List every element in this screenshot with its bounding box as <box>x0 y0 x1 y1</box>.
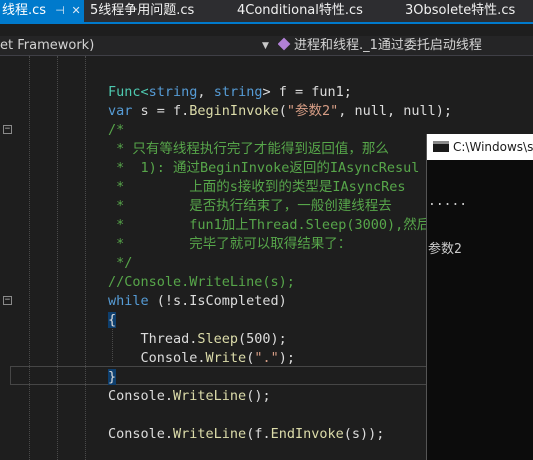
code-line[interactable]: Func<string, string> f = fun1; <box>108 83 452 102</box>
code-token: //Console.WriteLine(s); <box>108 274 295 290</box>
code-line[interactable]: Console.WriteLine(); <box>108 387 452 406</box>
project-dropdown-label: et Framework) <box>0 38 95 53</box>
code-line[interactable]: //Console.WriteLine(s); <box>108 273 452 292</box>
tab-label: 4Conditional特性.cs <box>237 3 363 18</box>
console-title-bar: C:\Windows\s <box>427 134 533 160</box>
code-token: , <box>197 84 214 100</box>
class-icon <box>278 37 291 51</box>
code-line[interactable]: Console.WriteLine(f.EndInvoke(s)); <box>108 425 452 444</box>
close-icon[interactable]: ✕ <box>68 0 84 22</box>
indent-guide <box>85 56 86 460</box>
type-dropdown[interactable]: 进程和线程._1通过委托启动线程 <box>278 36 533 56</box>
code-line[interactable]: } <box>108 368 452 387</box>
code-token: Sleep <box>197 331 239 347</box>
collapse-comment-icon[interactable]: − <box>3 125 12 134</box>
editor-margin <box>0 56 14 460</box>
code-token: WriteLine <box>173 426 247 442</box>
tab-thread-file[interactable]: 线程.cs ⊣ ✕ <box>0 0 84 22</box>
code-token: "参数2" <box>286 103 339 119</box>
code-token: (f. <box>246 426 271 442</box>
code-line[interactable]: Console.Write("."); <box>108 349 452 368</box>
code-token: string <box>148 84 198 100</box>
document-tab-bar: 线程.cs ⊣ ✕ 5线程争用问题.cs 4Conditional特性.cs 3Ob… <box>0 0 533 24</box>
code-line[interactable]: * 1): 通过BeginInvoke返回的IAsyncResul <box>108 159 452 178</box>
code-token: Func< <box>108 84 149 100</box>
code-token: BeginInvoke <box>189 103 279 119</box>
console-line: ..... <box>428 194 468 209</box>
code-token: Console. <box>108 388 174 404</box>
code-line[interactable]: var s = f.BeginInvoke("参数2", null, null)… <box>108 102 452 121</box>
code-token: * 完毕了就可以取得结果了： <box>108 236 352 252</box>
code-token: * fun1加上Thread.Sleep(3000),然后 <box>108 217 431 233</box>
code-token: Console. <box>108 426 174 442</box>
code-line[interactable]: /* <box>108 121 452 140</box>
console-line: 参数2 <box>428 242 462 257</box>
tab-label: 5线程争用问题.cs <box>90 3 195 18</box>
code-line[interactable]: { <box>108 311 452 330</box>
brace-token: { <box>108 312 117 328</box>
tab-thread-contention[interactable]: 5线程争用问题.cs <box>90 0 194 22</box>
code-token: /* <box>108 122 125 138</box>
code-line[interactable]: while (!s.IsCompleted) <box>108 292 452 311</box>
code-token: "." <box>254 350 279 366</box>
tab-obsolete-attribute[interactable]: 3Obsolete特性.cs <box>405 0 515 22</box>
tab-conditional-attribute[interactable]: 4Conditional特性.cs <box>237 0 363 22</box>
brace-token: } <box>108 369 117 385</box>
code-line[interactable]: * 只有等线程执行完了才能得到返回值，那么 <box>108 140 452 159</box>
code-token: EndInvoke <box>270 426 344 442</box>
code-line[interactable]: Thread.Sleep(500); <box>108 330 452 349</box>
code-token: * 1): 通过BeginInvoke返回的IAsyncResul <box>108 160 420 176</box>
chevron-down-icon[interactable]: ▼ <box>262 36 269 56</box>
pin-icon[interactable]: ⊣ <box>52 0 68 22</box>
code-line[interactable] <box>108 406 452 425</box>
indent-guide <box>57 56 58 460</box>
console-window[interactable]: C:\Windows\s ..... 参数2 <box>426 134 533 460</box>
code-line[interactable]: * 是否执行结束了，一般创建线程去 <box>108 197 452 216</box>
navigation-bar: et Framework) ▼ 进程和线程._1通过委托启动线程 <box>0 36 533 56</box>
code-line[interactable]: * fun1加上Thread.Sleep(3000),然后 <box>108 216 452 235</box>
code-token: Write <box>205 350 247 366</box>
code-token: while <box>108 293 149 309</box>
project-dropdown[interactable]: et Framework) <box>0 36 270 56</box>
code-token: s = f. <box>132 103 190 119</box>
code-token: ); <box>278 350 295 366</box>
indent-guide <box>29 56 30 460</box>
code-token: WriteLine <box>173 388 247 404</box>
code-token: (!s.IsCompleted) <box>148 293 287 309</box>
code-token: * 上面的s接收到的类型是IAsyncRes <box>108 179 406 195</box>
code-token: string <box>213 84 263 100</box>
tab-label: 线程.cs <box>2 3 47 18</box>
console-title: C:\Windows\s <box>453 140 533 154</box>
code-token: var <box>108 103 133 119</box>
code-token: (s)); <box>343 426 385 442</box>
code-text: Func<string, string> f = fun1; var s = f.… <box>108 83 452 444</box>
code-token: Console. <box>108 350 206 366</box>
code-line[interactable]: */ <box>108 254 452 273</box>
code-token: * 是否执行结束了，一般创建线程去 <box>108 198 392 214</box>
code-token: * 只有等线程执行完了才能得到返回值，那么 <box>108 141 389 157</box>
console-icon <box>433 141 449 152</box>
code-token: ( <box>278 103 287 119</box>
code-token: */ <box>108 255 133 271</box>
code-token: (500); <box>238 331 287 347</box>
collapse-block-icon[interactable]: − <box>3 296 12 305</box>
tab-label: 3Obsolete特性.cs <box>405 3 516 18</box>
code-token: , null, null); <box>338 103 453 119</box>
code-token: (); <box>246 388 271 404</box>
code-line[interactable]: * 完毕了就可以取得结果了： <box>108 235 452 254</box>
type-dropdown-label: 进程和线程._1通过委托启动线程 <box>294 38 482 53</box>
code-token: > f = fun1; <box>262 84 352 100</box>
code-token: Thread. <box>108 331 198 347</box>
console-output: ..... 参数2 <box>428 162 467 290</box>
code-line[interactable]: * 上面的s接收到的类型是IAsyncRes <box>108 178 452 197</box>
